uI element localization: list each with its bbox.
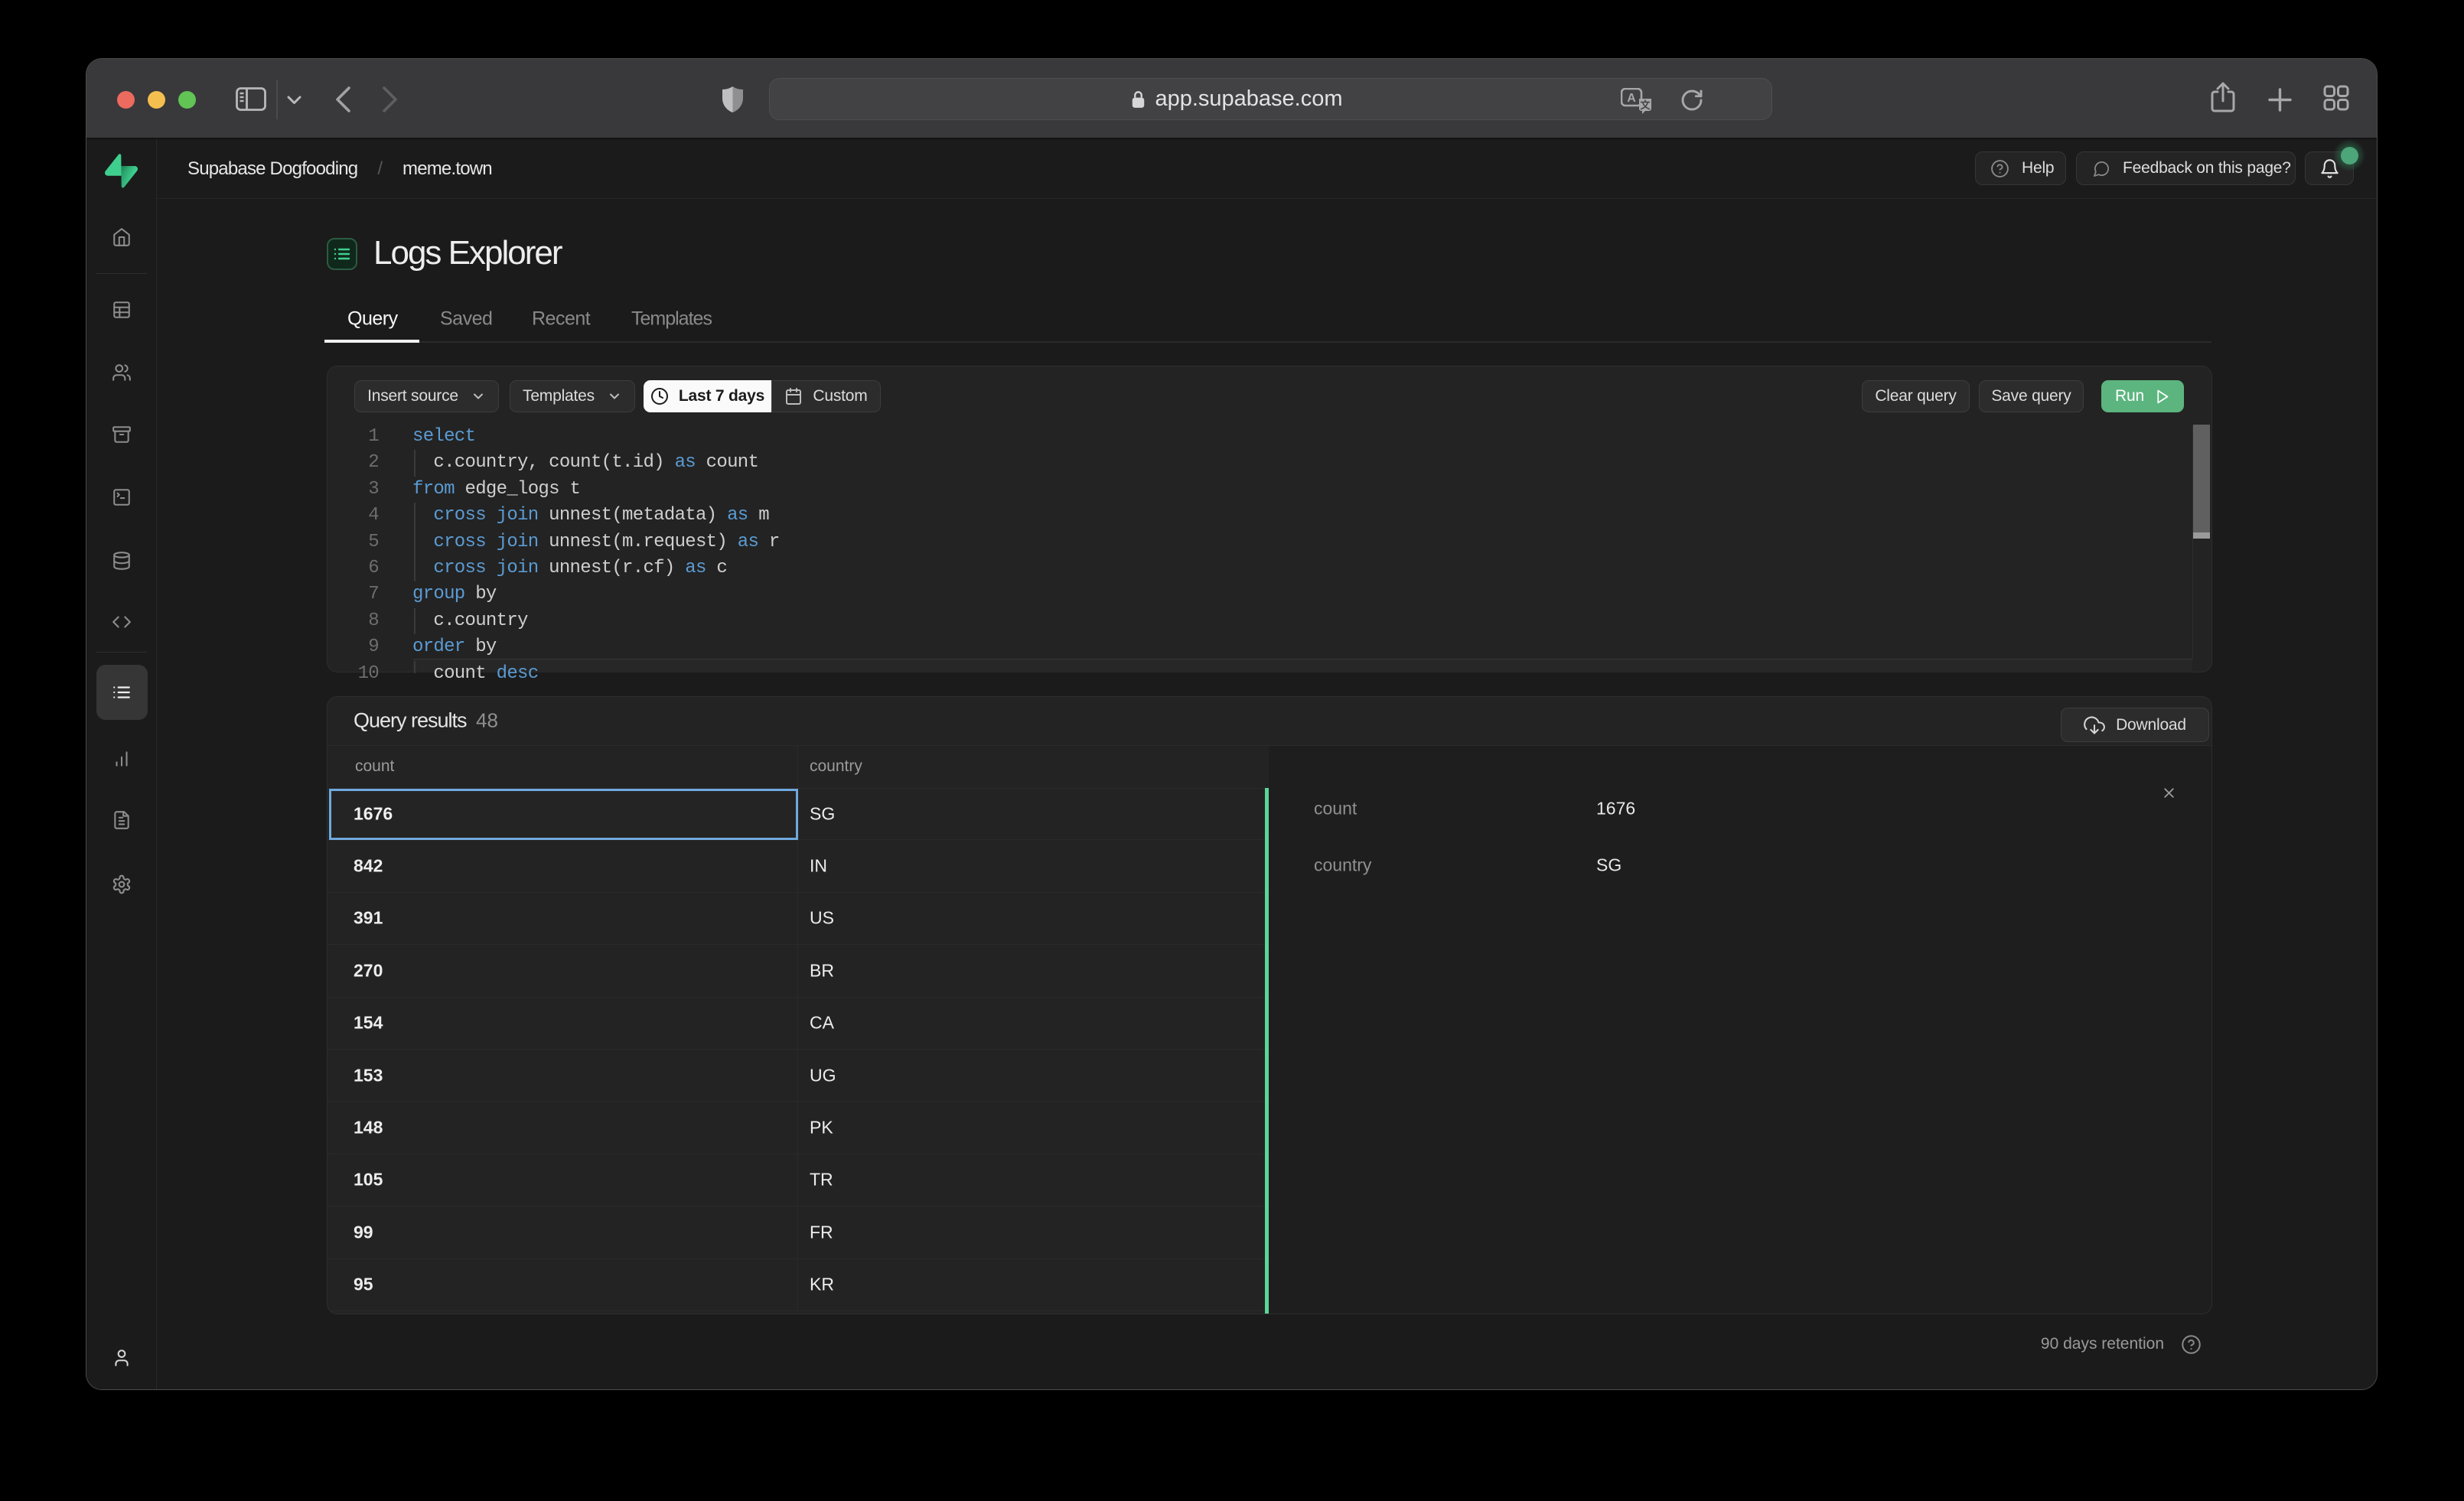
svg-text:A: A [1627,92,1636,105]
svg-text:文: 文 [1640,99,1651,111]
